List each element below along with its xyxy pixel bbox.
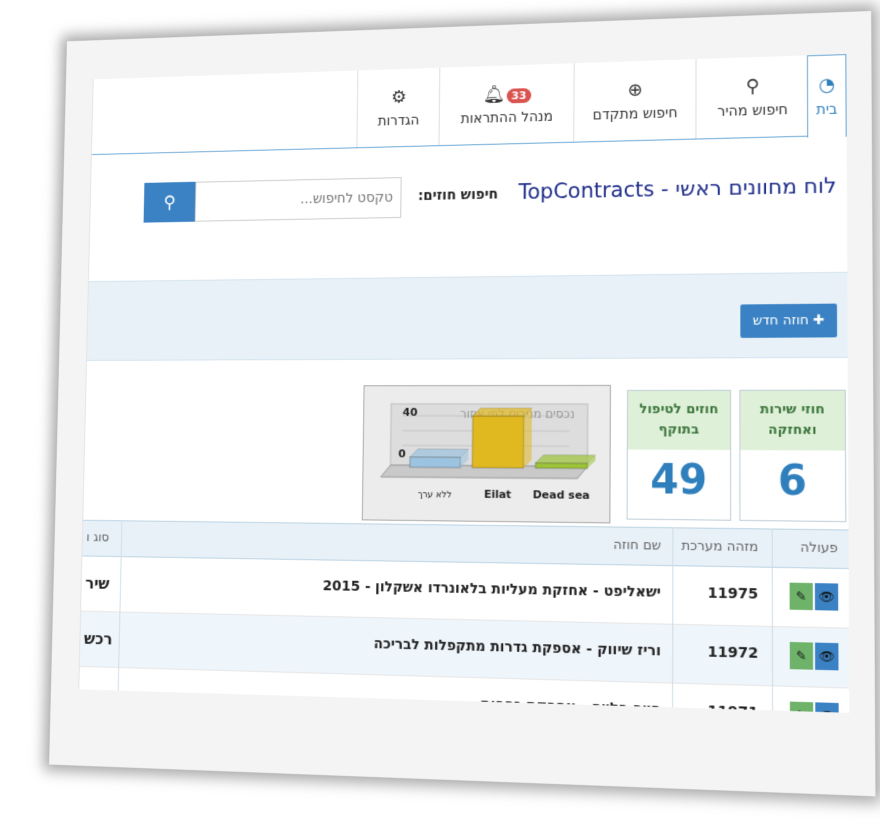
col-action[interactable]: פעולה [800, 540, 838, 556]
cell-system-id: 11971 [708, 703, 759, 713]
cell-contract-type: רכש [83, 685, 112, 704]
tab-quick-search-label: חיפוש מהיר [717, 102, 788, 120]
stat-service-contracts-value: 6 [740, 450, 845, 513]
search-button[interactable]: ⚲ [144, 182, 196, 223]
stat-pending-contracts-value: 49 [628, 450, 730, 512]
tab-alerts-label: מנהל ההתראות [461, 108, 553, 126]
view-icon[interactable]: 👁︎ [815, 702, 838, 712]
new-contract-label: חוזה חדש [753, 313, 809, 329]
chart-category-label: Dead sea [533, 489, 590, 502]
dashboard-icon: ◔ [819, 75, 835, 97]
gear-icon: ⚙ [391, 87, 407, 108]
chart-ytick-max: 40 [403, 407, 418, 419]
row-actions: 👁︎ ✎ [790, 702, 839, 713]
chart-ytick-min: 0 [398, 448, 406, 460]
col-contract-type[interactable]: סוג ו [86, 530, 109, 545]
app-viewport: ◔ בית ⚲ חיפוש מהיר ⊕ חיפוש מתקדם 33🔔︎ מנ… [78, 54, 849, 713]
search-icon: ⚲ [746, 75, 760, 96]
row-actions: 👁︎ ✎ [790, 583, 839, 611]
tab-settings-label: הגדרות [378, 112, 420, 129]
cell-system-id: 11972 [708, 644, 759, 662]
stat-service-contracts[interactable]: חוזי שירות ואחזקה 6 [739, 390, 846, 522]
cell-contract-name[interactable]: ישאליפט - אחזקת מעליות בלאונרדו אשקלון -… [323, 578, 661, 601]
tab-advanced-search[interactable]: ⊕ חיפוש מתקדם [573, 59, 696, 142]
assets-by-region-chart[interactable]: נכסים מניבים לפי איזור 40 0 ללא ערךEilat… [362, 385, 611, 524]
alerts-count-badge: 33 [507, 88, 532, 103]
chart-bar-top [410, 449, 469, 457]
col-system-id[interactable]: מזהה מערכת [681, 539, 758, 556]
cell-contract-type: שיר [85, 574, 110, 593]
cell-system-id: 11975 [708, 585, 759, 603]
new-contract-button[interactable]: ✚ חוזה חדש [740, 304, 837, 338]
row-actions: 👁︎ ✎ [790, 642, 839, 670]
page-title: לוח מחוונים ראשי - TopContracts [518, 173, 836, 204]
chart-svg: נכסים מניבים לפי איזור 40 0 ללא ערךEilat… [363, 386, 610, 522]
stat-service-contracts-label: חוזי שירות ואחזקה [740, 391, 845, 451]
tab-quick-search[interactable]: ⚲ חיפוש מהיר [695, 55, 809, 138]
contracts-table: פעולה מזהה מערכת שם חוזה סוג ו 👁︎ ✎ 1197… [78, 520, 849, 713]
plus-icon: ✚ [813, 313, 824, 328]
tab-home[interactable]: ◔ בית [807, 54, 847, 138]
top-nav: ◔ בית ⚲ חיפוש מהיר ⊕ חיפוש מתקדם 33🔔︎ מנ… [92, 54, 847, 154]
stat-pending-contracts[interactable]: חוזים לטיפול בתוקף 49 [627, 390, 732, 521]
chart-bar-top [473, 408, 532, 416]
search-input[interactable] [195, 177, 402, 222]
col-contract-name[interactable]: שם חוזה [613, 538, 661, 554]
screenshot-frame: ◔ בית ⚲ חיפוש מהיר ⊕ חיפוש מתקדם 33🔔︎ מנ… [49, 11, 875, 796]
chart-bar-top [535, 455, 595, 463]
view-icon[interactable]: 👁︎ [815, 583, 838, 611]
tab-settings[interactable]: ⚙ הגדרות [356, 68, 440, 148]
view-icon[interactable]: 👁︎ [815, 643, 838, 671]
tab-advanced-search-label: חיפוש מתקדם [593, 105, 678, 123]
edit-icon[interactable]: ✎ [790, 702, 813, 713]
chart-category-label: ללא ערך [418, 490, 452, 501]
chart-bar[interactable] [535, 463, 587, 469]
edit-icon[interactable]: ✎ [790, 583, 813, 611]
stat-pending-contracts-label: חוזים לטיפול בתוקף [628, 391, 730, 450]
tab-alerts[interactable]: 33🔔︎ מנהל ההתראות [439, 63, 575, 145]
chart-bar[interactable] [472, 416, 524, 468]
search-label: חיפוש חוזים: [418, 187, 498, 204]
chart-bar[interactable] [410, 457, 461, 468]
zoom-in-icon: ⊕ [628, 79, 643, 100]
cell-contract-name[interactable]: סייף פלייס - אספקת כספות [481, 697, 661, 713]
chart-bar-side [524, 408, 532, 468]
cell-contract-name[interactable]: וריז שיווק - אספקת גדרות מתקפלות לבריכה [374, 636, 661, 659]
tab-home-label: בית [816, 102, 837, 119]
edit-icon[interactable]: ✎ [790, 642, 813, 670]
toolbar-band: ✚ חוזה חדש [87, 272, 848, 361]
chart-category-label: Eilat [484, 488, 511, 501]
cell-contract-type: רכש [84, 629, 113, 648]
search-icon: ⚲ [163, 192, 175, 212]
bell-icon: 33🔔︎ [482, 83, 531, 105]
